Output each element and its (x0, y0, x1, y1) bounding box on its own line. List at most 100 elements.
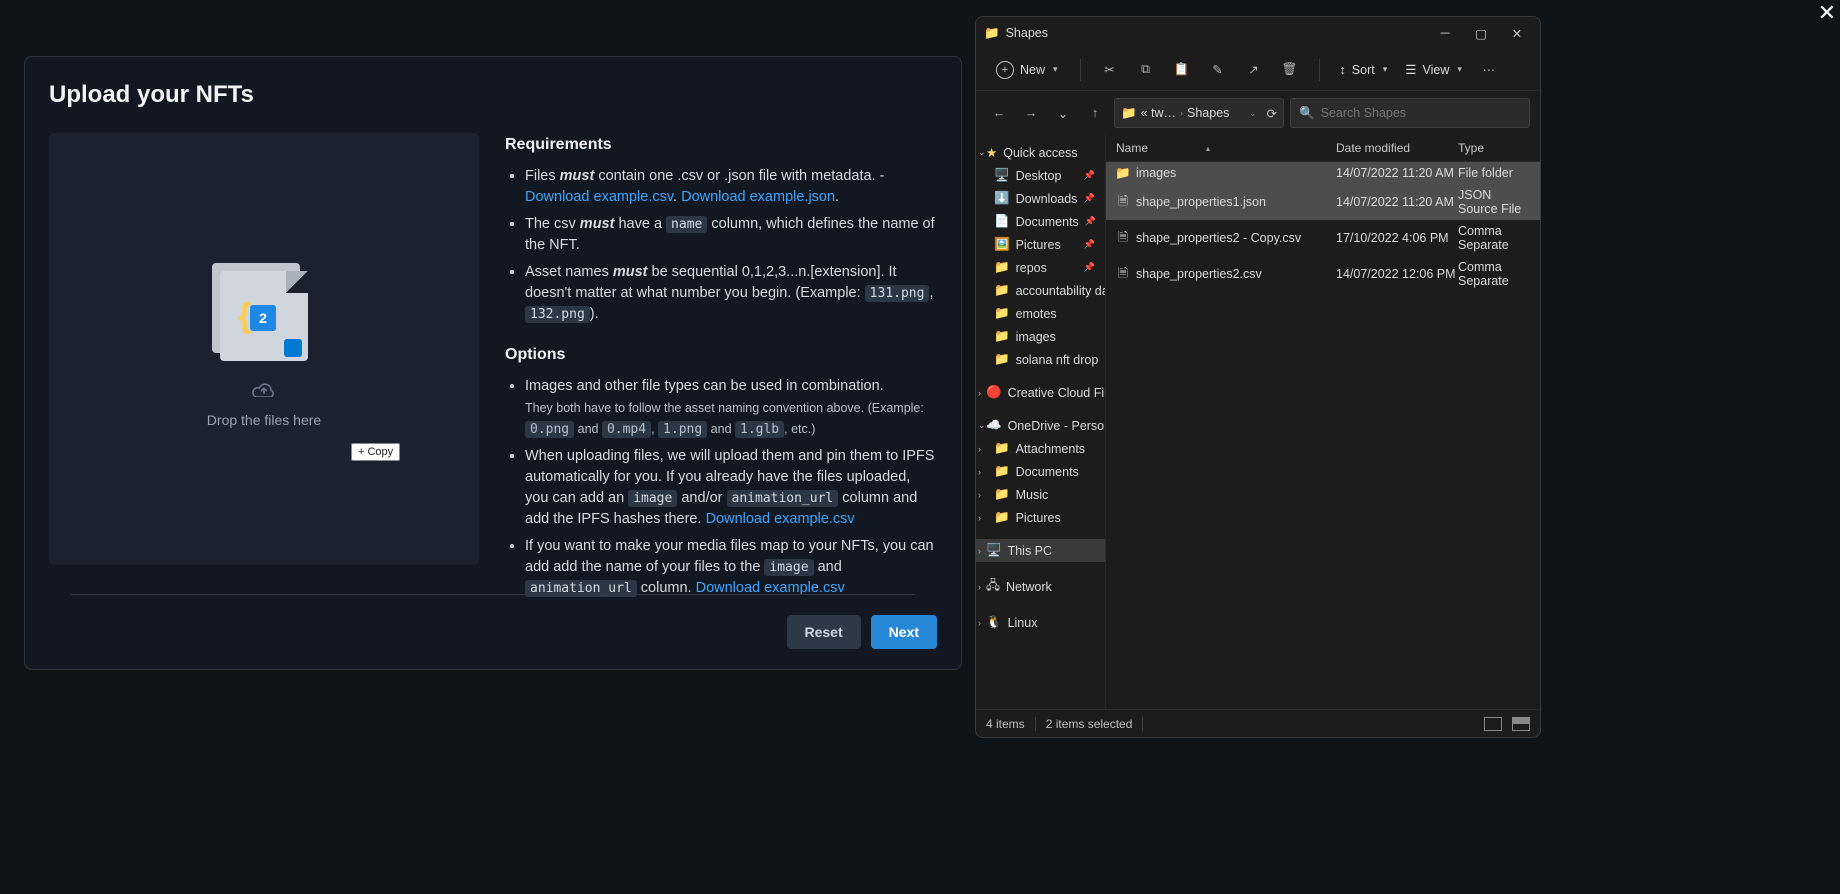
nav-recent-folder[interactable]: 📁solana nft drop (976, 348, 1105, 371)
nav-documents[interactable]: 📄Documents📌 (976, 210, 1105, 233)
nav-linux[interactable]: ›🐧Linux (976, 611, 1105, 634)
chevron-down-icon[interactable]: ⌄ (1249, 108, 1257, 119)
file-icon: 🗎 (1116, 267, 1130, 281)
next-button[interactable]: Next (871, 615, 937, 649)
close-icon[interactable]: ✕ (1818, 0, 1836, 26)
pin-icon: 📌 (1084, 262, 1099, 273)
nav-onedrive-child[interactable]: ›📁Attachments (976, 437, 1105, 460)
thumbnails-view-icon[interactable] (1512, 717, 1530, 731)
file-dropzone[interactable]: { 2 + Copy Drop the files here (49, 133, 479, 565)
col-name[interactable]: Name▴ (1116, 141, 1336, 155)
chevron-right-icon: › (978, 388, 981, 398)
requirements-heading: Requirements (505, 133, 937, 156)
pin-icon: 📌 (1084, 193, 1099, 204)
chevron-right-icon: › (978, 467, 981, 477)
new-button[interactable]: + New ▾ (986, 57, 1068, 83)
nav-quick-access[interactable]: ⌄★Quick access (976, 141, 1105, 164)
more-icon[interactable]: ⋯ (1472, 55, 1506, 85)
reset-button[interactable]: Reset (787, 615, 861, 649)
chevron-right-icon: › (1180, 108, 1183, 118)
chevron-right-icon: › (978, 490, 981, 500)
address-bar-row: ← → ⌄ ↑ 📁 « tw… › Shapes ⌄ ⟳ 🔍 (976, 91, 1540, 135)
option-item: If you want to make your media files map… (525, 536, 937, 599)
view-icon: ☰ (1405, 62, 1416, 77)
nav-onedrive[interactable]: ⌄☁️OneDrive - Personal (976, 414, 1105, 437)
chevron-down-icon: ▾ (1457, 64, 1462, 75)
chevron-right-icon: › (978, 444, 981, 454)
status-bar: 4 items 2 items selected (976, 709, 1540, 737)
copy-icon[interactable]: ⧉ (1129, 55, 1163, 85)
separator (1035, 717, 1036, 731)
toolbar: + New ▾ ✂ ⧉ 📋 ✎ ↗ 🗑 ↕ Sort ▾ ☰ View ▾ ⋯ (976, 49, 1540, 91)
maximize-button[interactable]: ▢ (1466, 21, 1496, 45)
sort-button[interactable]: ↕ Sort ▾ (1332, 59, 1396, 81)
pin-icon: 📌 (1084, 170, 1099, 181)
rename-icon[interactable]: ✎ (1201, 55, 1235, 85)
requirement-item: The csv must have a name column, which d… (525, 214, 937, 256)
file-row[interactable]: 🗎shape_properties1.json 14/07/2022 11:20… (1106, 184, 1540, 220)
delete-icon[interactable]: 🗑 (1273, 55, 1307, 85)
separator (1319, 59, 1320, 81)
requirement-item: Files must contain one .csv or .json fil… (525, 166, 937, 208)
nav-recent-folder[interactable]: 📁accountability dao (976, 279, 1105, 302)
nav-onedrive-child[interactable]: ›📁Pictures (976, 506, 1105, 529)
requirement-item: Asset names must be sequential 0,1,2,3..… (525, 262, 937, 325)
download-example-json-link[interactable]: Download example.json (681, 189, 835, 205)
folder-icon: 📁 (984, 26, 1000, 41)
nav-this-pc[interactable]: ›🖥️This PC (976, 539, 1105, 562)
view-button[interactable]: ☰ View ▾ (1397, 58, 1470, 81)
nav-downloads[interactable]: ⬇️Downloads📌 (976, 187, 1105, 210)
nav-onedrive-child[interactable]: ›📁Documents (976, 460, 1105, 483)
address-bar[interactable]: 📁 « tw… › Shapes ⌄ ⟳ (1114, 98, 1284, 128)
sort-asc-icon: ▴ (1206, 144, 1210, 153)
footer-buttons: Reset Next (787, 601, 938, 649)
up-button[interactable]: ↑ (1082, 100, 1108, 126)
minimize-button[interactable]: ─ (1430, 21, 1460, 45)
recent-locations-button[interactable]: ⌄ (1050, 100, 1076, 126)
chevron-down-icon: ▾ (1383, 64, 1388, 75)
nav-repos[interactable]: 📁repos📌 (976, 256, 1105, 279)
paste-icon[interactable]: 📋 (1165, 55, 1199, 85)
download-example-csv-link[interactable]: Download example.csv (525, 189, 673, 205)
upload-panel: Upload your NFTs { 2 + Copy Drop the fil… (24, 56, 962, 670)
details-view-icon[interactable] (1484, 717, 1502, 731)
share-icon[interactable]: ↗ (1237, 55, 1271, 85)
info-column: Requirements Files must contain one .csv… (505, 133, 937, 617)
cut-icon[interactable]: ✂ (1093, 55, 1127, 85)
search-icon: 🔍 (1299, 106, 1315, 121)
folder-icon: 📁 (1121, 106, 1137, 121)
forward-button[interactable]: → (1018, 100, 1044, 126)
nav-recent-folder[interactable]: 📁emotes (976, 302, 1105, 325)
titlebar[interactable]: 📁 Shapes ─ ▢ ✕ (976, 17, 1540, 49)
vscode-overlay-icon (284, 339, 302, 357)
col-date[interactable]: Date modified (1336, 141, 1458, 155)
file-list: Name▴ Date modified Type 📁images 14/07/2… (1106, 135, 1540, 709)
nav-pictures[interactable]: 🖼️Pictures📌 (976, 233, 1105, 256)
nav-recent-folder[interactable]: 📁images (976, 325, 1105, 348)
page-title: Upload your NFTs (49, 81, 937, 109)
column-headers[interactable]: Name▴ Date modified Type (1106, 135, 1540, 162)
search-input[interactable] (1321, 106, 1521, 120)
chevron-right-icon: › (978, 618, 981, 628)
close-button[interactable]: ✕ (1502, 21, 1532, 45)
file-row[interactable]: 🗎shape_properties2.csv 14/07/2022 12:06 … (1106, 256, 1540, 292)
chevron-right-icon: › (978, 513, 981, 523)
search-box[interactable]: 🔍 (1290, 98, 1530, 128)
download-example-csv-link[interactable]: Download example.csv (706, 511, 855, 527)
option-item: Images and other file types can be used … (525, 376, 937, 439)
refresh-icon[interactable]: ⟳ (1267, 106, 1277, 121)
chevron-down-icon: ▾ (1053, 64, 1058, 75)
nav-onedrive-child[interactable]: ›📁Music (976, 483, 1105, 506)
nav-network[interactable]: ›🖧Network (976, 572, 1105, 601)
pin-icon: 📌 (1085, 216, 1100, 227)
file-row[interactable]: 📁images 14/07/2022 11:20 AM File folder (1106, 162, 1540, 184)
sort-icon: ↕ (1340, 63, 1346, 77)
chevron-right-icon: › (978, 582, 981, 592)
upload-cloud-icon (251, 373, 277, 404)
nav-creative-cloud[interactable]: ›🔴Creative Cloud Files (976, 381, 1105, 404)
file-row[interactable]: 🗎shape_properties2 - Copy.csv 17/10/2022… (1106, 220, 1540, 256)
back-button[interactable]: ← (986, 100, 1012, 126)
nav-desktop[interactable]: 🖥️Desktop📌 (976, 164, 1105, 187)
chevron-down-icon: ⌄ (978, 420, 986, 431)
col-type[interactable]: Type (1458, 141, 1530, 155)
